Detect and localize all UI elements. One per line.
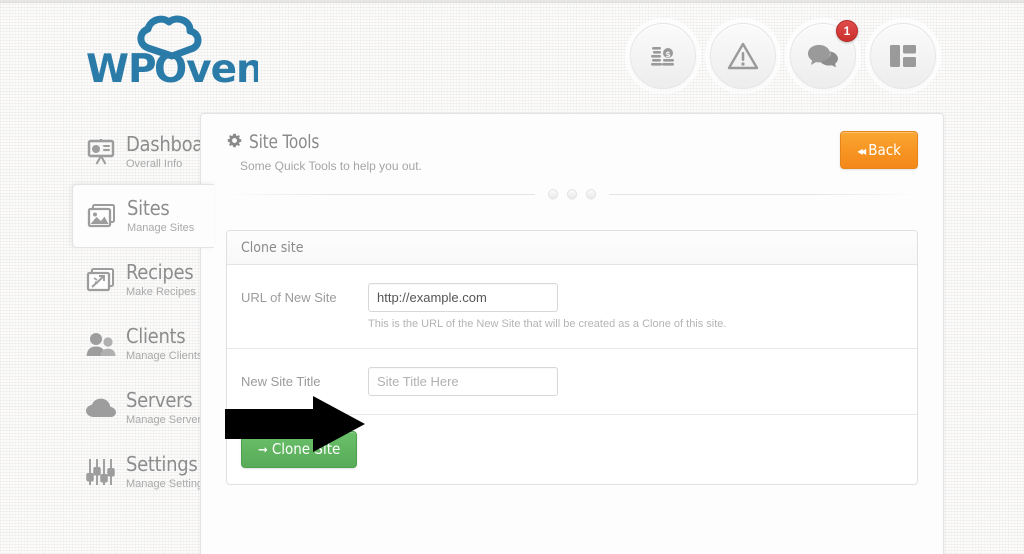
clone-url-label: URL of New Site: [241, 290, 337, 305]
sidebar-item-servers[interactable]: Servers Manage Servers: [72, 376, 207, 440]
sidebar-item-sites[interactable]: Sites Manage Sites: [72, 184, 214, 248]
sidebar-item-sublabel: Overall Info: [126, 157, 183, 170]
clients-users-icon: [86, 329, 116, 359]
main-content-panel: Site Tools Some Quick Tools to help you …: [200, 113, 944, 554]
divider-dot: [548, 189, 558, 199]
gear-icon: [227, 131, 242, 153]
sidebar-item-sublabel: Manage Settings: [126, 477, 209, 490]
dashboard-chart-icon: [86, 137, 116, 167]
clone-site-card: Clone site URL of New Site This is the U…: [226, 230, 918, 485]
clone-site-button[interactable]: ➞ Clone Site: [241, 431, 358, 468]
sidebar-item-dashboard[interactable]: Dashboard Overall Info: [72, 120, 221, 184]
header-icon-bar: $ 1: [630, 20, 936, 89]
billing-coins-icon-button[interactable]: $: [630, 23, 696, 89]
clone-title-label: New Site Title: [241, 374, 321, 389]
page-title-text: Site Tools: [249, 131, 320, 153]
form-row-title: New Site Title: [227, 349, 917, 415]
sidebar-item-label: Clients: [126, 323, 186, 348]
sidebar-item-label: Recipes: [126, 259, 194, 284]
sidebar-item-sublabel: Manage Sites: [127, 221, 195, 234]
sidebar-item-label: Settings: [126, 451, 198, 476]
clone-site-card-heading: Clone site: [227, 231, 917, 265]
sites-image-icon: [87, 201, 117, 231]
form-row-url: URL of New Site This is the URL of the N…: [227, 265, 917, 349]
clone-site-actions: ➞ Clone Site: [227, 415, 917, 484]
svg-text:WP: WP: [86, 47, 156, 92]
sidebar-nav: Dashboard Overall Info Sites Manage Site…: [72, 120, 221, 504]
settings-sliders-icon: [86, 457, 116, 487]
divider-dot: [586, 189, 596, 199]
divider-line-right: [609, 193, 917, 195]
clone-site-button-label: Clone Site: [271, 440, 341, 458]
sidebar-item-label: Servers: [126, 387, 193, 412]
section-divider: [227, 189, 917, 199]
support-notification-badge[interactable]: 1: [836, 20, 858, 42]
alerts-warning-icon: [727, 40, 759, 72]
sidebar-item-sublabel: Manage Servers: [126, 413, 207, 426]
recipes-magic-icon: [86, 265, 116, 295]
support-chat-icon-button[interactable]: 1: [790, 20, 858, 89]
rewind-icon: ◂◂: [857, 144, 866, 158]
servers-cloud-icon: [86, 393, 116, 423]
divider-dots: [535, 189, 609, 199]
sidebar-item-label: Sites: [127, 195, 170, 220]
billing-coins-icon: $: [648, 41, 678, 71]
sidebar-item-sublabel: Manage Clients: [126, 349, 203, 362]
layout-panels-icon: [889, 43, 917, 69]
clone-url-help: This is the URL of the New Site that wil…: [368, 318, 727, 330]
divider-line-left: [227, 193, 535, 195]
clone-title-input[interactable]: [368, 367, 558, 396]
panel-header: Site Tools Some Quick Tools to help you …: [201, 114, 943, 188]
wpoven-logo[interactable]: WP Oven: [78, 10, 258, 102]
support-chat-icon: [807, 42, 839, 70]
window-top-edge: [0, 0, 1024, 3]
page-subtitle: Some Quick Tools to help you out.: [240, 159, 422, 173]
alerts-warning-icon-button[interactable]: [710, 23, 776, 89]
layout-panels-icon-button[interactable]: [870, 23, 936, 89]
divider-dot: [567, 189, 577, 199]
back-button[interactable]: ◂◂ Back: [840, 131, 918, 169]
sidebar-item-sublabel: Make Recipes: [126, 285, 196, 298]
page-header: WP Oven $ 1: [0, 4, 1024, 108]
page-title: Site Tools: [227, 131, 919, 153]
svg-text:$: $: [665, 50, 671, 59]
clone-url-input[interactable]: [368, 283, 558, 312]
svg-text:Oven: Oven: [154, 47, 258, 92]
sidebar-item-recipes[interactable]: Recipes Make Recipes: [72, 248, 204, 312]
arrow-right-icon: ➞: [258, 443, 268, 458]
back-button-label: Back: [868, 141, 901, 159]
sidebar-item-clients[interactable]: Clients Manage Clients: [72, 312, 204, 376]
sidebar-item-settings[interactable]: Settings Manage Settings: [72, 440, 209, 504]
